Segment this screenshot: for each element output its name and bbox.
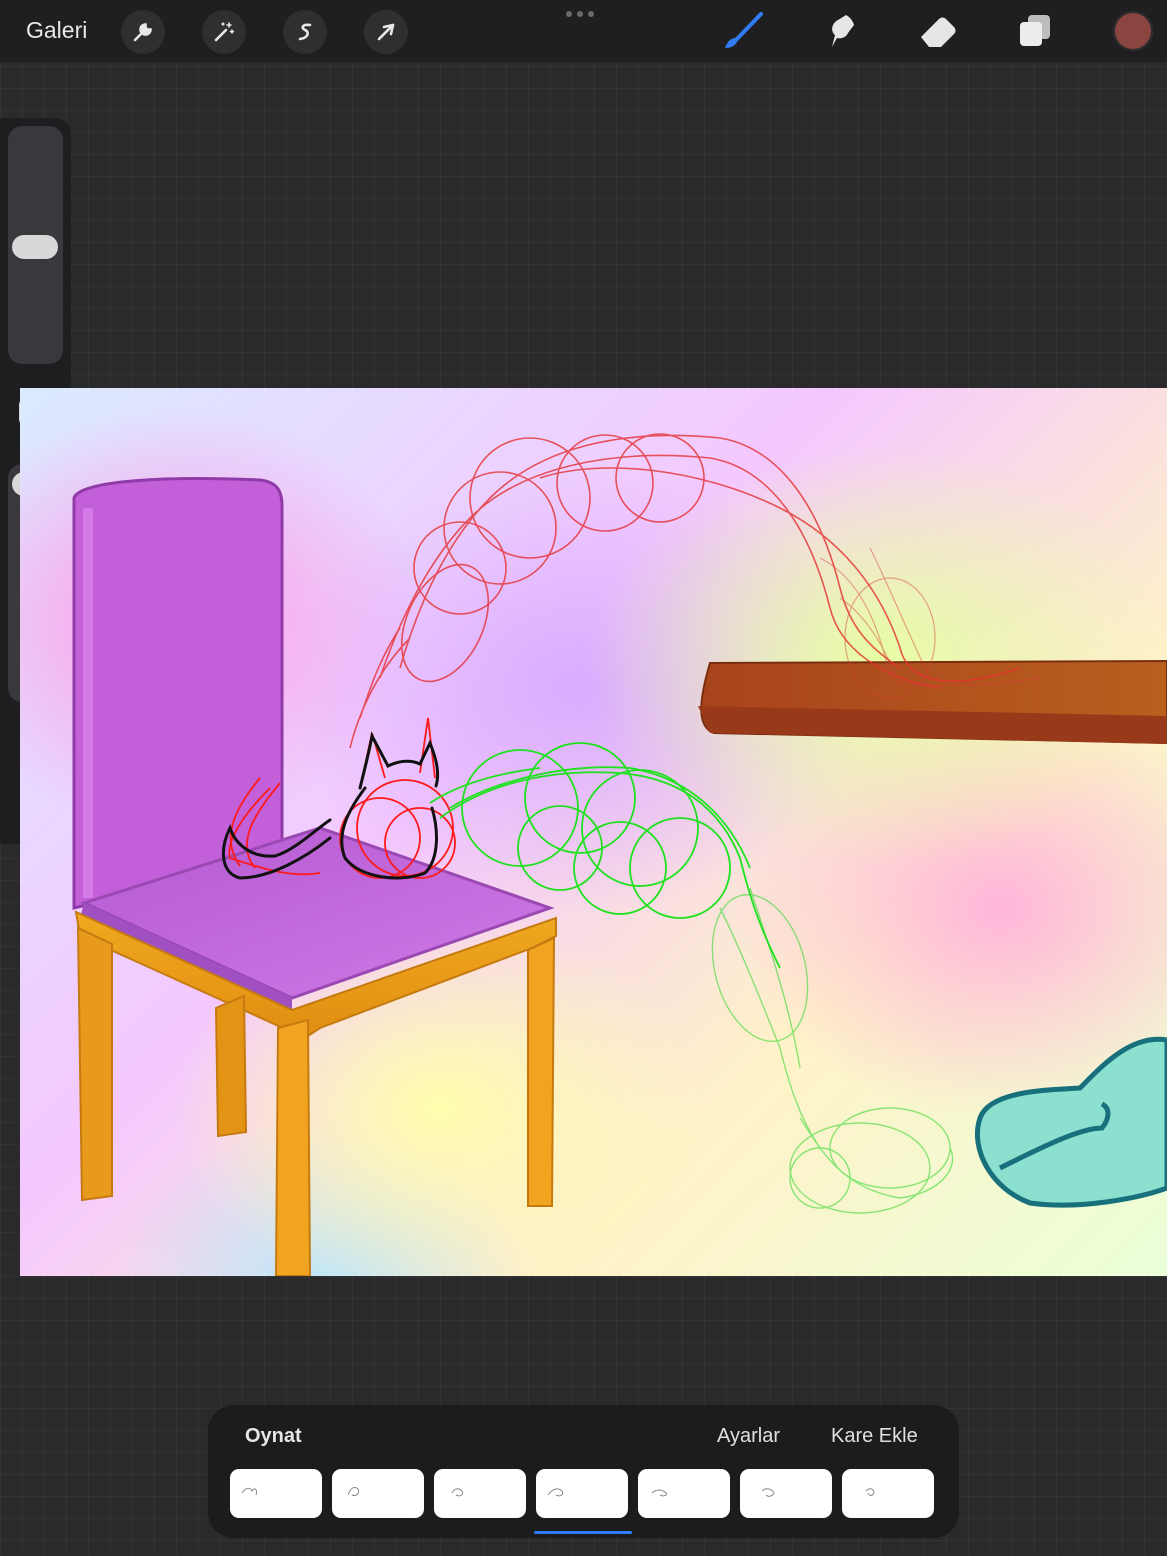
add-frame-button[interactable]: Kare Ekle: [831, 1425, 918, 1448]
drawing-canvas[interactable]: [20, 388, 1167, 1276]
green-sketch: [429, 742, 781, 969]
chair-leg: [527, 936, 556, 1207]
smudge-icon: [832, 15, 854, 47]
more-handle[interactable]: [566, 11, 594, 17]
brush-button[interactable]: [719, 8, 767, 54]
frame-thumbnail[interactable]: [332, 1469, 424, 1518]
frame-thumbnail[interactable]: [230, 1469, 322, 1518]
eraser-button[interactable]: [914, 8, 962, 54]
smudge-button[interactable]: [816, 8, 864, 54]
color-picker-swatch[interactable]: [1113, 11, 1153, 51]
gallery-button[interactable]: Galeri: [26, 17, 87, 44]
brush-size-thumb[interactable]: [12, 235, 58, 259]
transform-button[interactable]: [364, 10, 408, 54]
adjustments-button[interactable]: [202, 10, 246, 54]
animation-timeline: Oynat Ayarlar Kare Ekle: [208, 1405, 959, 1538]
selection-button[interactable]: [283, 10, 327, 54]
settings-button[interactable]: Ayarlar: [717, 1425, 780, 1448]
layers-button[interactable]: [1011, 8, 1059, 54]
frame-thumbnail[interactable]: [740, 1469, 832, 1518]
frame-thumbnail-active[interactable]: [536, 1469, 628, 1518]
actions-button[interactable]: [121, 10, 165, 54]
frame-thumbnail[interactable]: [434, 1469, 526, 1518]
layers-icon: [1020, 15, 1050, 46]
cushion: [974, 1036, 1167, 1208]
chair-leg: [76, 926, 113, 1202]
frame-thumbnail[interactable]: [638, 1469, 730, 1518]
brush-icon: [725, 12, 763, 48]
frame-thumbnail[interactable]: [842, 1469, 934, 1518]
frame-strip: [230, 1469, 934, 1518]
wrench-icon: [133, 23, 152, 42]
transform-icon: [377, 23, 395, 41]
selection-icon: [298, 23, 312, 41]
chair-back: [72, 477, 284, 910]
magic-wand-icon: [214, 22, 235, 42]
artwork: [72, 433, 1167, 1276]
chair-leg: [274, 1018, 312, 1276]
play-button[interactable]: Oynat: [245, 1425, 302, 1448]
eraser-icon: [921, 17, 956, 47]
top-toolbar: Galeri: [0, 0, 1167, 62]
chair-leg: [214, 994, 248, 1138]
active-frame-indicator: [534, 1531, 632, 1534]
